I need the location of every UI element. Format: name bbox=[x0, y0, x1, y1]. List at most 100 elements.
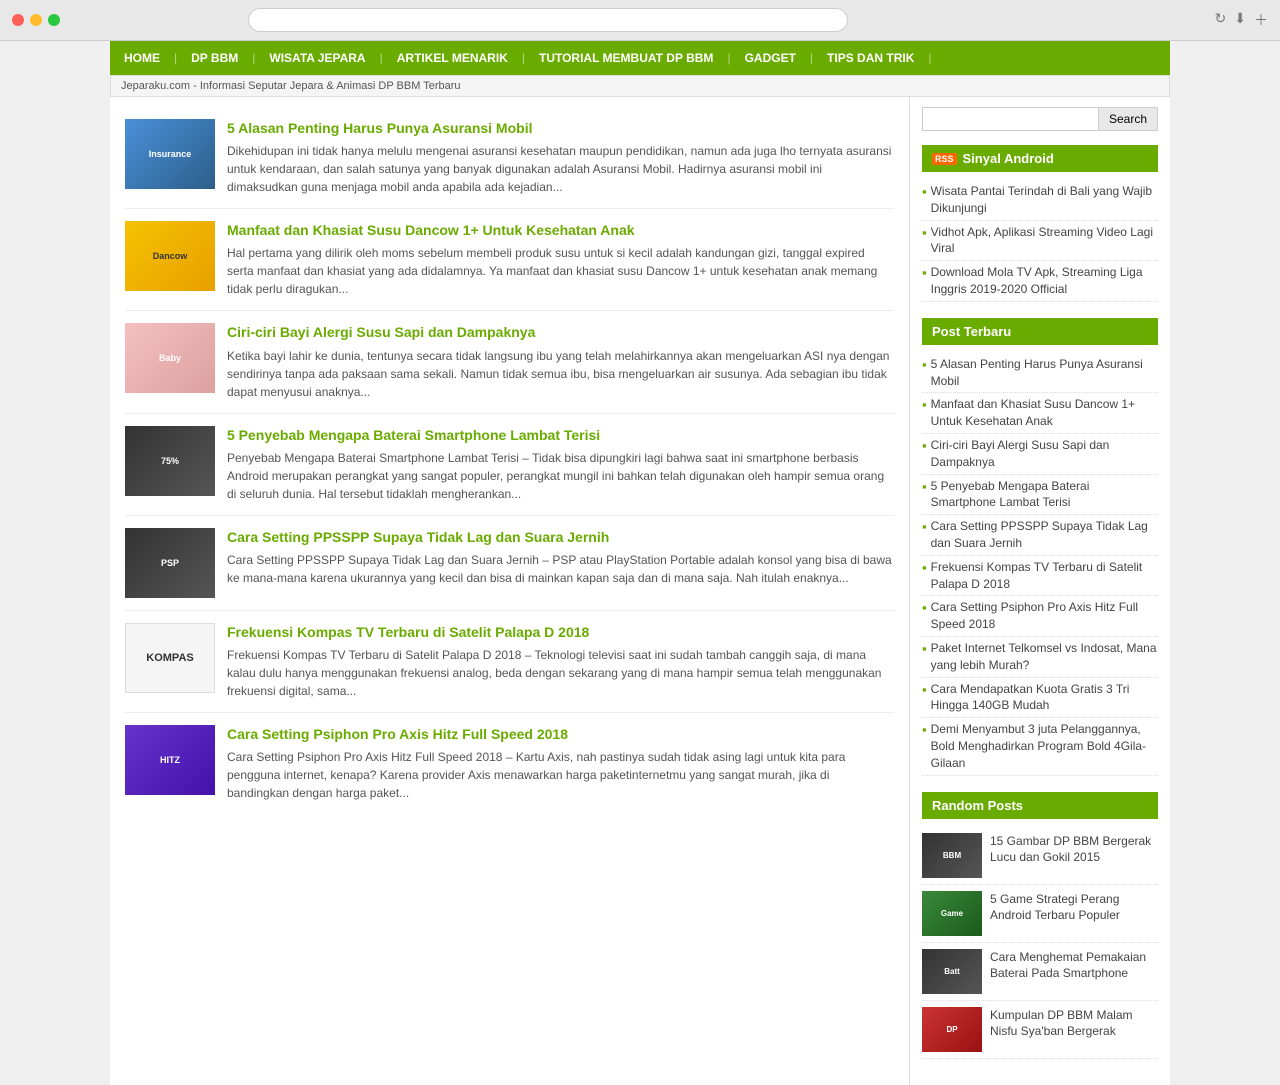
list-item: 5 Penyebab Mengapa Baterai Smartphone La… bbox=[922, 475, 1158, 516]
article-title[interactable]: 5 Penyebab Mengapa Baterai Smartphone La… bbox=[227, 426, 894, 444]
sinyal-android-list: Wisata Pantai Terindah di Bali yang Waji… bbox=[922, 180, 1158, 302]
list-item: DP Kumpulan DP BBM Malam Nisfu Sya'ban B… bbox=[922, 1001, 1158, 1059]
article-thumbnail: HITZ bbox=[125, 725, 215, 795]
thumb-label: BBM bbox=[943, 851, 961, 860]
article-thumbnail: Baby bbox=[125, 323, 215, 393]
thumb-label: 75% bbox=[159, 454, 181, 468]
thumb-label: DP bbox=[946, 1025, 957, 1034]
breadcrumb: Jeparaku.com - Informasi Seputar Jepara … bbox=[110, 75, 1170, 97]
post-terbaru-link[interactable]: Cara Mendapatkan Kuota Gratis 3 Tri Hing… bbox=[931, 681, 1158, 715]
list-item: Download Mola TV Apk, Streaming Liga Ing… bbox=[922, 261, 1158, 302]
post-terbaru-link[interactable]: 5 Penyebab Mengapa Baterai Smartphone La… bbox=[931, 478, 1158, 512]
article-thumbnail: KOMPAS bbox=[125, 623, 215, 693]
post-terbaru-link[interactable]: Ciri-ciri Bayi Alergi Susu Sapi dan Damp… bbox=[931, 437, 1158, 471]
thumb-label: Batt bbox=[944, 967, 960, 976]
article-title[interactable]: 5 Alasan Penting Harus Punya Asuransi Mo… bbox=[227, 119, 894, 137]
random-posts-label: Random Posts bbox=[932, 798, 1023, 813]
article-body: 5 Alasan Penting Harus Punya Asuransi Mo… bbox=[227, 119, 894, 196]
random-post-link[interactable]: 15 Gambar DP BBM Bergerak Lucu dan Gokil… bbox=[990, 833, 1158, 867]
list-item: Vidhot Apk, Aplikasi Streaming Video Lag… bbox=[922, 221, 1158, 262]
article-excerpt: Cara Setting PPSSPP Supaya Tidak Lag dan… bbox=[227, 551, 894, 587]
random-posts-widget: Random Posts BBM 15 Gambar DP BBM Berger… bbox=[922, 792, 1158, 1059]
nav-tutorial[interactable]: TUTORIAL MEMBUAT DP BBM bbox=[525, 41, 727, 75]
main-nav: HOME | DP BBM | WISATA JEPARA | ARTIKEL … bbox=[110, 41, 1170, 75]
list-item: Demi Menyambut 3 juta Pelanggannya, Bold… bbox=[922, 718, 1158, 775]
search-widget: Search bbox=[922, 107, 1158, 131]
nav-tips[interactable]: TIPS DAN TRIK bbox=[813, 41, 928, 75]
article-excerpt: Cara Setting Psiphon Pro Axis Hitz Full … bbox=[227, 748, 894, 802]
post-terbaru-link[interactable]: Demi Menyambut 3 juta Pelanggannya, Bold… bbox=[931, 721, 1158, 771]
post-terbaru-link[interactable]: Cara Setting PPSSPP Supaya Tidak Lag dan… bbox=[931, 518, 1158, 552]
thumb-label: Insurance bbox=[147, 147, 194, 161]
thumb-label: Game bbox=[941, 909, 963, 918]
post-terbaru-widget: Post Terbaru 5 Alasan Penting Harus Puny… bbox=[922, 318, 1158, 776]
reload-icon[interactable]: ↻ bbox=[1215, 10, 1227, 30]
nav-gadget[interactable]: GADGET bbox=[731, 41, 810, 75]
search-input[interactable] bbox=[922, 107, 1099, 131]
random-post-link[interactable]: Cara Menghemat Pemakaian Baterai Pada Sm… bbox=[990, 949, 1158, 983]
list-item: Ciri-ciri Bayi Alergi Susu Sapi dan Damp… bbox=[922, 434, 1158, 475]
list-item: PSP Cara Setting PPSSPP Supaya Tidak Lag… bbox=[125, 516, 894, 611]
traffic-lights bbox=[12, 14, 60, 26]
browser-icons: ↻ ⬇ ＋ bbox=[1215, 10, 1268, 30]
new-tab-icon[interactable]: ＋ bbox=[1254, 10, 1268, 30]
article-thumbnail: Dancow bbox=[125, 221, 215, 291]
post-terbaru-list: 5 Alasan Penting Harus Punya Asuransi Mo… bbox=[922, 353, 1158, 776]
random-post-link[interactable]: 5 Game Strategi Perang Android Terbaru P… bbox=[990, 891, 1158, 925]
nav-wisata-jepara[interactable]: WISATA JEPARA bbox=[255, 41, 379, 75]
sinyal-android-link[interactable]: Vidhot Apk, Aplikasi Streaming Video Lag… bbox=[931, 224, 1158, 258]
random-post-link[interactable]: Kumpulan DP BBM Malam Nisfu Sya'ban Berg… bbox=[990, 1007, 1158, 1041]
nav-artikel-menarik[interactable]: ARTIKEL MENARIK bbox=[383, 41, 522, 75]
browser-chrome: ↻ ⬇ ＋ bbox=[0, 0, 1280, 41]
random-post-thumbnail: Game bbox=[922, 891, 982, 936]
list-item: KOMPAS Frekuensi Kompas TV Terbaru di Sa… bbox=[125, 611, 894, 713]
sinyal-android-link[interactable]: Download Mola TV Apk, Streaming Liga Ing… bbox=[931, 264, 1158, 298]
list-item: 5 Alasan Penting Harus Punya Asuransi Mo… bbox=[922, 353, 1158, 394]
address-bar[interactable] bbox=[248, 8, 848, 32]
list-item: Batt Cara Menghemat Pemakaian Baterai Pa… bbox=[922, 943, 1158, 1001]
rss-icon: RSS bbox=[932, 153, 957, 165]
post-terbaru-link[interactable]: Paket Internet Telkomsel vs Indosat, Man… bbox=[931, 640, 1158, 674]
post-terbaru-link[interactable]: 5 Alasan Penting Harus Punya Asuransi Mo… bbox=[931, 356, 1158, 390]
article-body: Frekuensi Kompas TV Terbaru di Satelit P… bbox=[227, 623, 894, 700]
article-title[interactable]: Manfaat dan Khasiat Susu Dancow 1+ Untuk… bbox=[227, 221, 894, 239]
close-button[interactable] bbox=[12, 14, 24, 26]
article-thumbnail: PSP bbox=[125, 528, 215, 598]
article-title[interactable]: Cara Setting Psiphon Pro Axis Hitz Full … bbox=[227, 725, 894, 743]
article-title[interactable]: Ciri-ciri Bayi Alergi Susu Sapi dan Damp… bbox=[227, 323, 894, 341]
list-item: Insurance 5 Alasan Penting Harus Punya A… bbox=[125, 107, 894, 209]
article-body: Cara Setting PPSSPP Supaya Tidak Lag dan… bbox=[227, 528, 894, 598]
article-excerpt: Hal pertama yang dilirik oleh moms sebel… bbox=[227, 244, 894, 298]
post-terbaru-link[interactable]: Manfaat dan Khasiat Susu Dancow 1+ Untuk… bbox=[931, 396, 1158, 430]
post-terbaru-title: Post Terbaru bbox=[922, 318, 1158, 345]
article-title[interactable]: Cara Setting PPSSPP Supaya Tidak Lag dan… bbox=[227, 528, 894, 546]
download-icon[interactable]: ⬇ bbox=[1234, 10, 1246, 30]
article-excerpt: Dikehidupan ini tidak hanya melulu menge… bbox=[227, 142, 894, 196]
nav-dp-bbm[interactable]: DP BBM bbox=[177, 41, 252, 75]
article-excerpt: Penyebab Mengapa Baterai Smartphone Lamb… bbox=[227, 449, 894, 503]
thumb-label: PSP bbox=[159, 556, 181, 570]
sinyal-android-link[interactable]: Wisata Pantai Terindah di Bali yang Waji… bbox=[931, 183, 1158, 217]
list-item: Dancow Manfaat dan Khasiat Susu Dancow 1… bbox=[125, 209, 894, 311]
maximize-button[interactable] bbox=[48, 14, 60, 26]
post-terbaru-link[interactable]: Frekuensi Kompas TV Terbaru di Satelit P… bbox=[931, 559, 1158, 593]
minimize-button[interactable] bbox=[30, 14, 42, 26]
sidebar: Search RSS Sinyal Android Wisata Pantai … bbox=[910, 97, 1170, 1085]
article-title[interactable]: Frekuensi Kompas TV Terbaru di Satelit P… bbox=[227, 623, 894, 641]
list-item: Manfaat dan Khasiat Susu Dancow 1+ Untuk… bbox=[922, 393, 1158, 434]
post-terbaru-link[interactable]: Cara Setting Psiphon Pro Axis Hitz Full … bbox=[931, 599, 1158, 633]
page-wrapper: HOME | DP BBM | WISATA JEPARA | ARTIKEL … bbox=[110, 41, 1170, 1085]
thumb-label: HITZ bbox=[158, 753, 182, 767]
list-item: Baby Ciri-ciri Bayi Alergi Susu Sapi dan… bbox=[125, 311, 894, 413]
random-posts-title: Random Posts bbox=[922, 792, 1158, 819]
list-item: Cara Setting Psiphon Pro Axis Hitz Full … bbox=[922, 596, 1158, 637]
random-post-thumbnail: DP bbox=[922, 1007, 982, 1052]
list-item: Cara Setting PPSSPP Supaya Tidak Lag dan… bbox=[922, 515, 1158, 556]
nav-home[interactable]: HOME bbox=[110, 41, 174, 75]
sinyal-android-widget: RSS Sinyal Android Wisata Pantai Terinda… bbox=[922, 145, 1158, 302]
search-button[interactable]: Search bbox=[1099, 107, 1158, 131]
list-item: Frekuensi Kompas TV Terbaru di Satelit P… bbox=[922, 556, 1158, 597]
list-item: BBM 15 Gambar DP BBM Bergerak Lucu dan G… bbox=[922, 827, 1158, 885]
main-content: Insurance 5 Alasan Penting Harus Punya A… bbox=[110, 97, 910, 1085]
article-excerpt: Frekuensi Kompas TV Terbaru di Satelit P… bbox=[227, 646, 894, 700]
